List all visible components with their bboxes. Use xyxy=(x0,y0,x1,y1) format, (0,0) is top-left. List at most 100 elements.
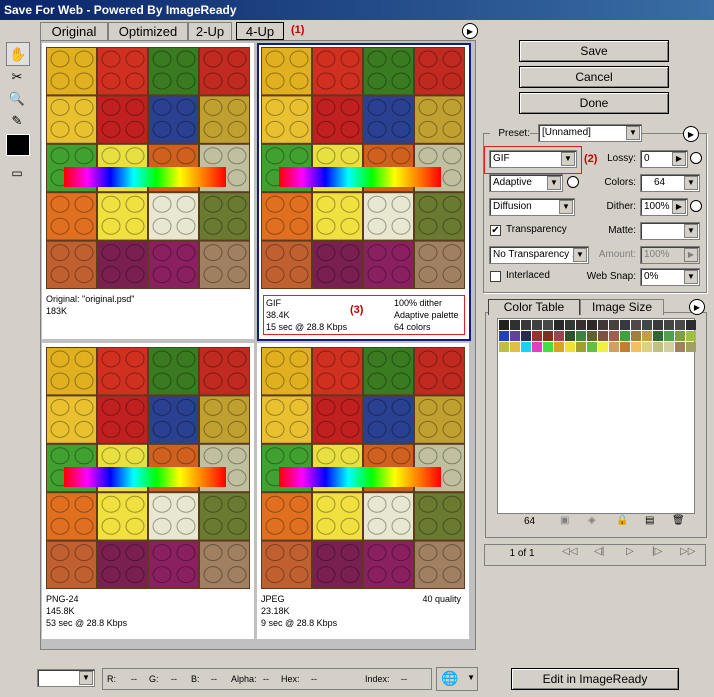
last-frame-icon[interactable]: ▷▷ xyxy=(680,546,695,557)
color-swatch[interactable] xyxy=(565,342,575,352)
color-swatch[interactable] xyxy=(510,342,520,352)
color-swatch[interactable] xyxy=(587,342,597,352)
color-table-grid[interactable] xyxy=(497,318,696,514)
color-swatch[interactable] xyxy=(576,320,586,330)
color-swatch[interactable] xyxy=(543,320,553,330)
hand-tool[interactable]: ✋ xyxy=(6,42,30,66)
new-color-icon[interactable]: ▤ xyxy=(645,515,654,526)
transparency-dither-select[interactable]: No Transparency ... ▼ xyxy=(489,246,589,264)
tab-color-table[interactable]: Color Table xyxy=(488,299,580,315)
edit-in-imageready-button[interactable]: Edit in ImageReady xyxy=(511,668,679,690)
pane-png24[interactable]: PNG-24 145.8K 53 sec @ 28.8 Kbps xyxy=(42,343,254,639)
color-swatch[interactable] xyxy=(554,342,564,352)
view-menu-button[interactable]: ▶ xyxy=(462,23,478,39)
settings-menu-button[interactable]: ▶ xyxy=(683,126,699,142)
pane-original[interactable]: Original: "original.psd" 183K xyxy=(42,43,254,339)
color-swatch[interactable] xyxy=(543,342,553,352)
preview-browser-button[interactable]: 🌐 ▼ xyxy=(436,667,478,691)
color-swatch[interactable] xyxy=(675,331,685,341)
color-swatch[interactable] xyxy=(675,342,685,352)
color-swatch[interactable] xyxy=(587,331,597,341)
slice-select-tool[interactable]: ✂ xyxy=(6,66,28,88)
matte-select[interactable]: ▼ xyxy=(640,222,700,240)
color-swatch[interactable] xyxy=(653,342,663,352)
trash-icon[interactable]: 🗑 xyxy=(672,515,685,526)
color-swatch[interactable] xyxy=(598,331,608,341)
color-swatch[interactable] xyxy=(642,320,652,330)
color-swatch[interactable] xyxy=(576,331,586,341)
color-swatch[interactable] xyxy=(510,320,520,330)
interlaced-checkbox[interactable] xyxy=(490,271,501,282)
save-button[interactable]: Save xyxy=(519,40,669,62)
colors-field[interactable]: 64 ▼ xyxy=(640,174,700,192)
color-swatch[interactable] xyxy=(653,331,663,341)
palette-select[interactable]: Adaptive ▼ xyxy=(489,174,563,192)
toggle-slices-tool[interactable]: ▭ xyxy=(6,162,28,184)
color-swatch[interactable] xyxy=(499,331,509,341)
color-swatch[interactable] xyxy=(653,320,663,330)
color-swatch[interactable] xyxy=(499,320,509,330)
pane-jpeg[interactable]: JPEG 23.18K 9 sec @ 28.8 Kbps 40 quality xyxy=(257,343,469,639)
color-swatch[interactable] xyxy=(565,331,575,341)
dither-channel-button[interactable] xyxy=(690,200,702,212)
preset-select[interactable]: [Unnamed] ▼ xyxy=(538,124,642,142)
tab-image-size[interactable]: Image Size xyxy=(580,299,664,315)
color-swatch[interactable] xyxy=(620,331,630,341)
palette-channel-button[interactable] xyxy=(567,176,579,188)
transparency-checkbox[interactable]: ✔ xyxy=(490,225,501,236)
eyedropper-tool[interactable]: ✎ xyxy=(6,110,28,132)
color-swatch[interactable] xyxy=(532,342,542,352)
tab-4up[interactable]: 4-Up xyxy=(236,22,284,40)
format-select[interactable]: GIF ▼ xyxy=(489,150,577,168)
color-swatch[interactable] xyxy=(631,331,641,341)
color-swatch[interactable] xyxy=(598,342,608,352)
tab-2up[interactable]: 2-Up xyxy=(188,22,232,40)
lossy-field[interactable]: 0 ▶ xyxy=(640,150,688,168)
color-swatch[interactable] xyxy=(642,331,652,341)
color-swatch[interactable] xyxy=(521,331,531,341)
websnap-field[interactable]: 0% ▼ xyxy=(640,268,700,286)
color-swatch[interactable] xyxy=(510,331,520,341)
lock-icon[interactable]: 🔒 xyxy=(616,515,628,526)
tab-original[interactable]: Original xyxy=(40,22,108,40)
previous-frame-icon[interactable]: ◁| xyxy=(594,546,604,557)
play-frames-icon[interactable]: ▷ xyxy=(626,546,634,557)
tab-optimized[interactable]: Optimized xyxy=(108,22,188,40)
color-swatch[interactable] xyxy=(686,320,696,330)
color-swatch[interactable] xyxy=(499,342,509,352)
color-swatch[interactable] xyxy=(664,342,674,352)
color-swatch[interactable] xyxy=(598,320,608,330)
color-swatch[interactable] xyxy=(532,320,542,330)
color-swatch[interactable] xyxy=(609,342,619,352)
color-swatch[interactable] xyxy=(631,320,641,330)
color-swatch[interactable] xyxy=(631,342,641,352)
zoom-tool[interactable]: 🔍 xyxy=(6,88,28,110)
color-table-menu-button[interactable]: ▶ xyxy=(689,299,705,315)
color-swatch[interactable] xyxy=(620,320,630,330)
next-frame-icon[interactable]: |▷ xyxy=(652,546,662,557)
eyedropper-color-swatch[interactable] xyxy=(6,134,30,156)
color-swatch[interactable] xyxy=(543,331,553,341)
color-swatch[interactable] xyxy=(521,320,531,330)
color-swatch[interactable] xyxy=(609,331,619,341)
color-swatch[interactable] xyxy=(642,342,652,352)
first-frame-icon[interactable]: ◁◁ xyxy=(562,546,577,557)
color-swatch[interactable] xyxy=(554,320,564,330)
color-swatch[interactable] xyxy=(565,320,575,330)
color-swatch[interactable] xyxy=(686,331,696,341)
lossy-channel-button[interactable] xyxy=(690,152,702,164)
color-swatch[interactable] xyxy=(664,331,674,341)
zoom-select[interactable]: ▼ xyxy=(37,669,95,687)
color-swatch[interactable] xyxy=(532,331,542,341)
color-swatch[interactable] xyxy=(686,342,696,352)
dither-algorithm-select[interactable]: Diffusion ▼ xyxy=(489,198,575,216)
color-swatch[interactable] xyxy=(609,320,619,330)
pane-gif-selected[interactable]: GIF 38.4K 15 sec @ 28.8 Kbps 100% dither… xyxy=(257,43,471,341)
color-swatch[interactable] xyxy=(587,320,597,330)
web-safe-cube-icon[interactable]: ◈ xyxy=(588,515,596,526)
color-swatch[interactable] xyxy=(664,320,674,330)
done-button[interactable]: Done xyxy=(519,92,669,114)
cancel-button[interactable]: Cancel xyxy=(519,66,669,88)
color-swatch[interactable] xyxy=(620,342,630,352)
web-shift-icon[interactable]: ▣ xyxy=(560,515,569,526)
